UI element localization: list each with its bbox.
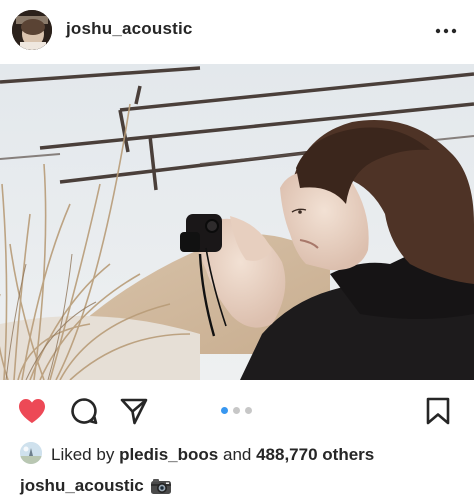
likes-connector: and [222, 445, 252, 464]
likes-count[interactable]: 488,770 others [256, 445, 374, 464]
likes-row: Liked by pledis_boos and 488,770 others [0, 440, 474, 468]
post-header: joshu_acoustic [0, 0, 474, 62]
liker-avatar[interactable] [20, 442, 42, 464]
send-icon[interactable] [119, 396, 149, 426]
carousel-dot-1 [221, 407, 228, 414]
comment-icon[interactable] [69, 396, 99, 426]
carousel-indicator [221, 407, 257, 415]
likes-text: Liked by pledis_boos and 488,770 others [51, 445, 374, 465]
post-photo-image [0, 64, 474, 380]
profile-avatar[interactable] [12, 10, 52, 50]
more-horizontal-icon[interactable] [434, 21, 458, 41]
heart-filled-icon[interactable] [17, 396, 47, 426]
likes-prefix: Liked by [51, 445, 115, 464]
liker-username[interactable]: pledis_boos [119, 445, 218, 464]
bookmark-icon[interactable] [423, 396, 453, 426]
camera-emoji [150, 477, 172, 500]
carousel-dot-3 [245, 407, 252, 414]
caption: joshu_acoustic [20, 476, 172, 500]
post-photo[interactable] [0, 64, 474, 380]
caption-username[interactable]: joshu_acoustic [20, 476, 144, 495]
avatar-image [12, 10, 52, 50]
carousel-dot-2 [233, 407, 240, 414]
username[interactable]: joshu_acoustic [66, 19, 193, 39]
post-actions [0, 388, 474, 434]
